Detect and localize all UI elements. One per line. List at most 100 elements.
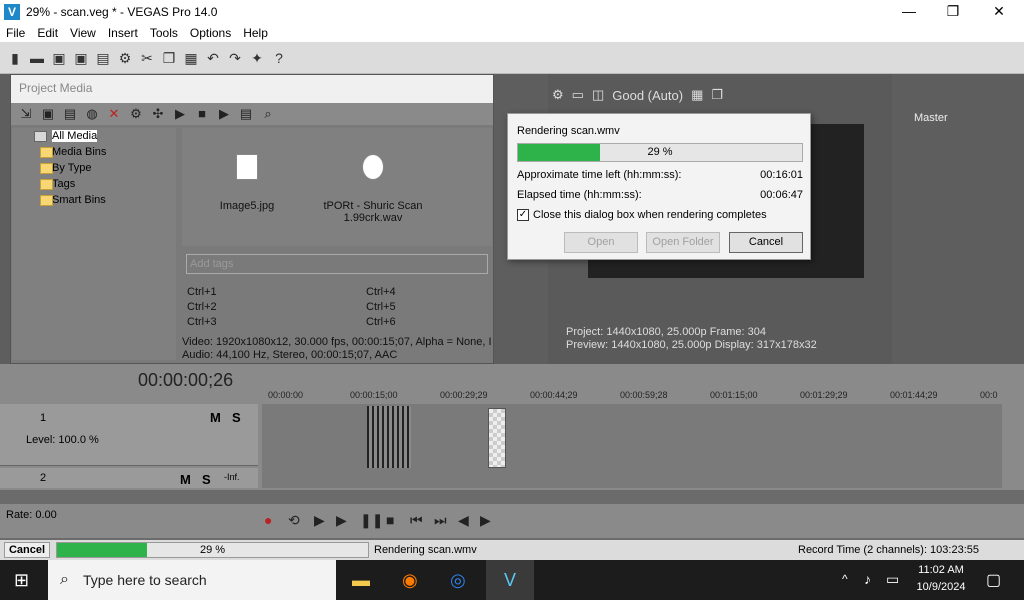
windows-start-icon[interactable]: ⊞ <box>14 570 29 591</box>
stop-icon[interactable]: ■ <box>193 106 211 122</box>
pause-icon[interactable]: ❚❚ <box>360 512 383 529</box>
tree-item-media-bins[interactable]: Media Bins <box>40 146 106 162</box>
menu-help[interactable]: Help <box>237 26 274 40</box>
properties-gear-icon[interactable]: ⚙ <box>116 49 134 67</box>
solo-button[interactable]: S <box>232 410 241 425</box>
play-from-start-icon[interactable]: ▶ <box>314 512 325 529</box>
audio-track-header: 2 M S -Inf. <box>0 468 258 488</box>
title-bar: V 29% - scan.veg * - VEGAS Pro 14.0 — ❐ … <box>0 0 1024 24</box>
close-when-complete-checkbox[interactable]: ✓ Close this dialog box when rendering co… <box>517 209 767 221</box>
go-to-start-icon[interactable]: ⏮ <box>410 512 423 529</box>
open-folder-button[interactable]: Open Folder <box>646 232 720 253</box>
maximize-button[interactable]: ❐ <box>930 0 976 24</box>
media-tree: All Media Media Bins By Type Tags Smart … <box>12 128 176 360</box>
fx-icon[interactable]: ✣ <box>149 106 167 122</box>
timecode: 00:00:00;26 <box>138 370 234 390</box>
new-project-icon[interactable]: ▮ <box>6 49 24 67</box>
chrome-icon[interactable]: ◎ <box>450 570 466 591</box>
media-file-audio[interactable]: tPORt - Shuric Scan 1.99crk.wav <box>318 154 428 224</box>
loop-icon[interactable]: ⟲ <box>288 512 300 529</box>
save-icon[interactable]: ▣ <box>50 49 68 67</box>
quality-select[interactable]: Good (Auto) <box>612 88 683 103</box>
level-label: Level: 100.0 % <box>26 434 99 446</box>
notification-icon[interactable]: ▢ <box>986 570 1001 590</box>
shortcut: Ctrl+6 <box>366 316 396 328</box>
redo-icon[interactable]: ↷ <box>226 49 244 67</box>
close-button[interactable]: ✕ <box>976 0 1022 24</box>
image-clip[interactable] <box>488 408 506 468</box>
shortcut: Ctrl+3 <box>187 316 217 328</box>
firefox-icon[interactable]: ◉ <box>402 570 418 591</box>
view-icon[interactable]: ▤ <box>237 106 255 122</box>
shortcut: Ctrl+5 <box>366 301 396 313</box>
plugin-icon[interactable]: ✦ <box>248 49 266 67</box>
paste-icon[interactable]: ▦ <box>182 49 200 67</box>
network-icon[interactable]: ▭ <box>886 571 899 588</box>
cut-icon[interactable]: ✂ <box>138 49 156 67</box>
save-media-icon[interactable]: ▤ <box>61 106 79 122</box>
split-screen-icon[interactable]: ◫ <box>592 87 604 103</box>
open-icon[interactable]: ▬ <box>28 49 46 67</box>
tree-item-tags[interactable]: Tags <box>40 178 75 194</box>
help-icon[interactable]: ? <box>270 49 288 67</box>
mute-button[interactable]: M <box>180 472 191 487</box>
tree-item-all-media[interactable]: All Media <box>34 130 98 146</box>
vegas-taskbar-icon[interactable]: V <box>486 560 534 600</box>
status-cancel-button[interactable]: Cancel <box>4 542 50 558</box>
audio-clip[interactable] <box>367 406 411 468</box>
menu-options[interactable]: Options <box>184 26 237 40</box>
stop-icon[interactable]: ■ <box>386 512 394 528</box>
tree-item-smart-bins[interactable]: Smart Bins <box>40 194 106 210</box>
ruler-tick: 00:00:00 <box>268 390 304 400</box>
remove-icon[interactable]: ✕ <box>105 106 123 122</box>
undo-icon[interactable]: ↶ <box>204 49 222 67</box>
play-icon[interactable]: ▶ <box>171 106 189 122</box>
elapsed-row: Elapsed time (hh:mm:ss): 00:06:47 <box>517 189 803 201</box>
shortcut: Ctrl+4 <box>366 286 396 298</box>
grid-icon[interactable]: ▦ <box>691 87 703 103</box>
ruler-tick: 00:0 <box>980 390 998 400</box>
preview-screen-icon[interactable]: ▭ <box>572 87 584 103</box>
copy-snapshot-icon[interactable]: ❐ <box>711 87 723 103</box>
cancel-render-button[interactable]: Cancel <box>729 232 803 253</box>
menu-file[interactable]: File <box>0 26 31 40</box>
media-file-image[interactable]: Image5.jpg <box>192 154 302 212</box>
search-placeholder: Type here to search <box>82 572 207 588</box>
mute-button[interactable]: M <box>210 410 221 425</box>
play-icon[interactable]: ▶ <box>336 512 347 529</box>
auto-preview-icon[interactable]: ▶ <box>215 106 233 122</box>
system-clock[interactable]: 11:02 AM 10/9/2024 <box>908 562 974 596</box>
record-time: Record Time (2 channels): 103:23:55 <box>798 544 979 556</box>
tray-chevron-icon[interactable]: ^ <box>842 572 848 586</box>
time-ruler: 00:00:00 00:00:15;00 00:00:29;29 00:00:4… <box>262 390 1002 404</box>
capture-icon[interactable]: ▣ <box>39 106 57 122</box>
render-progress-percent: 29 % <box>647 146 673 158</box>
save-as-icon[interactable]: ▣ <box>72 49 90 67</box>
menu-insert[interactable]: Insert <box>102 26 144 40</box>
menu-tools[interactable]: Tools <box>144 26 184 40</box>
copy-icon[interactable]: ❐ <box>160 49 178 67</box>
tags-input[interactable]: Add tags <box>186 254 488 274</box>
minimize-button[interactable]: — <box>886 0 932 24</box>
render-icon[interactable]: ▤ <box>94 49 112 67</box>
media-files: Image5.jpg tPORt - Shuric Scan 1.99crk.w… <box>182 128 492 246</box>
search-icon[interactable]: ⌕ <box>259 106 277 122</box>
file-explorer-icon[interactable]: ▬ <box>352 570 370 591</box>
tree-item-by-type[interactable]: By Type <box>40 162 92 178</box>
preview-settings-icon[interactable]: ⚙ <box>552 87 564 103</box>
import-media-icon[interactable]: ⇲ <box>17 106 35 122</box>
prev-frame-icon[interactable]: ◀ <box>458 512 469 529</box>
globe-icon[interactable]: ◍ <box>83 106 101 122</box>
go-to-end-icon[interactable]: ⏭ <box>434 512 447 529</box>
menu-view[interactable]: View <box>64 26 102 40</box>
record-icon[interactable]: ● <box>264 512 272 528</box>
next-frame-icon[interactable]: ▶ <box>480 512 491 529</box>
menu-edit[interactable]: Edit <box>31 26 64 40</box>
media-gear-icon[interactable]: ⚙ <box>127 106 145 122</box>
solo-button[interactable]: S <box>202 472 211 487</box>
taskbar-search-box[interactable]: ⌕ Type here to search <box>48 560 336 600</box>
open-button[interactable]: Open <box>564 232 638 253</box>
time-left-row: Approximate time left (hh:mm:ss): 00:16:0… <box>517 169 803 181</box>
rendering-title: Rendering scan.wmv <box>517 125 620 137</box>
volume-icon[interactable]: ♪ <box>864 571 871 587</box>
